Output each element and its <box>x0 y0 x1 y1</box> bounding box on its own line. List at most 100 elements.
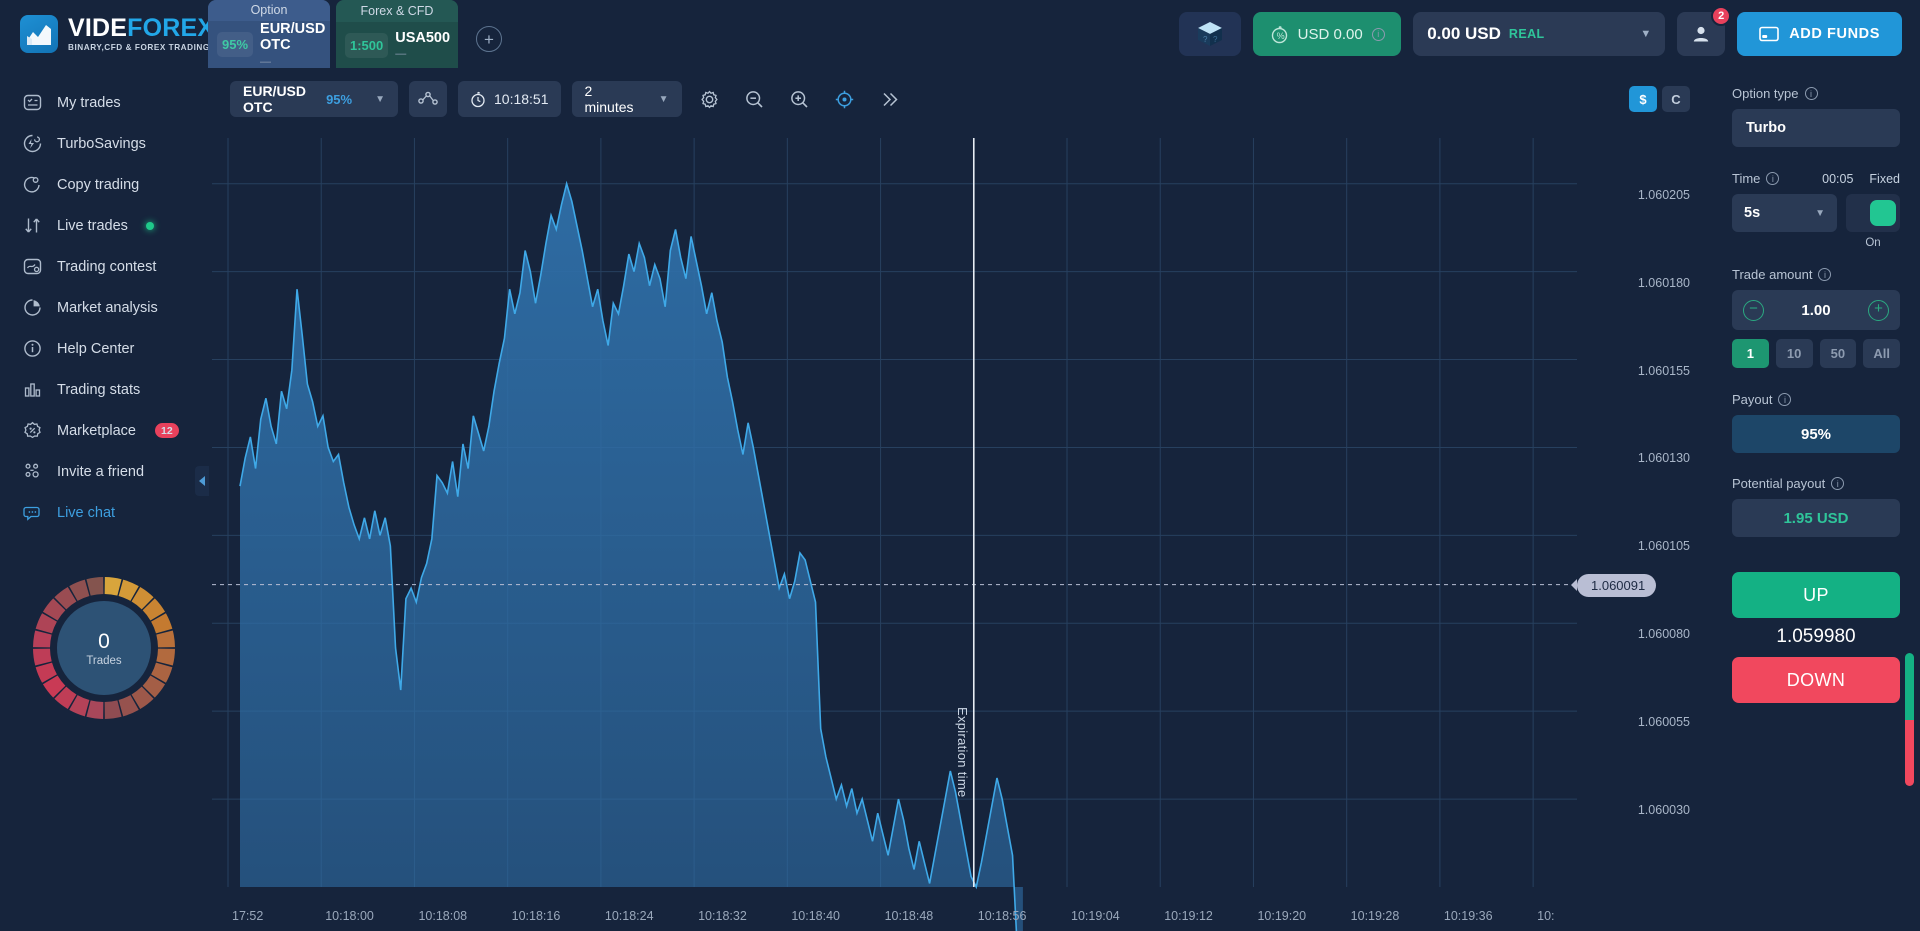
logo-word-2: FOREX <box>127 13 215 42</box>
quick-amount-1[interactable]: 1 <box>1732 339 1769 368</box>
account-selector[interactable]: 0.00 USD REAL ▼ <box>1413 12 1666 56</box>
chevron-down-icon: ▼ <box>658 93 669 105</box>
sentiment-up-portion <box>1905 653 1914 720</box>
payout-label: Payout <box>1732 392 1773 407</box>
asset-tab-option[interactable]: Option 95% EUR/USD OTC — <box>208 0 330 68</box>
logo-tagline: BINARY,CFD & FOREX TRADING <box>68 42 210 52</box>
chevron-down-icon: ▼ <box>1815 207 1825 219</box>
add-asset-button[interactable]: + <box>476 26 502 52</box>
topbar-actions: ? ? % USD 0.00 i 0.00 USD REAL ▼ 2 ADD F… <box>1179 0 1920 68</box>
logo-mark-icon <box>20 15 58 53</box>
donut-segments-icon <box>33 577 175 719</box>
cube-icon: ? ? <box>1198 22 1223 46</box>
sidebar-item-label: Marketplace <box>57 422 136 439</box>
zoom-in-button[interactable] <box>783 82 817 116</box>
time-info-icon[interactable]: i <box>1766 172 1780 185</box>
down-button[interactable]: DOWN <box>1732 657 1900 703</box>
chart-toolbar: EUR/USD OTC 95% ▼ 10:18:51 2 minutes ▼ $… <box>208 68 1712 130</box>
chevron-down-icon: ▼ <box>375 93 385 105</box>
add-funds-button[interactable]: ADD FUNDS <box>1737 12 1902 56</box>
sidebar-collapse-button[interactable] <box>195 466 209 496</box>
bonus-balance-amount: USD 0.00 <box>1297 25 1363 43</box>
donut-segment <box>104 700 122 719</box>
x-axis-tick: 10:19:04 <box>1071 909 1120 923</box>
expiration-time-label: Expiration time <box>954 707 970 798</box>
pie-icon <box>22 297 43 318</box>
chart-settings-button[interactable] <box>693 82 727 116</box>
asset-tab-list: Option 95% EUR/USD OTC — Forex & CFD 1:5… <box>208 0 502 68</box>
expand-toolbar-button[interactable] <box>873 82 907 116</box>
gift-box-button[interactable]: ? ? <box>1179 12 1242 56</box>
bonus-timer-icon: % <box>1271 25 1287 43</box>
bonus-info-icon[interactable]: i <box>1371 27 1385 41</box>
timeframe-selector[interactable]: 2 minutes ▼ <box>571 81 682 117</box>
sidebar-item-trading-contest[interactable]: Trading contest <box>0 246 208 287</box>
live-price-display: 1.059980 <box>1776 626 1856 647</box>
sidebar-item-trading-stats[interactable]: Trading stats <box>0 369 208 410</box>
list-icon <box>22 92 43 113</box>
trade-amount-stepper[interactable]: − 1.00 + <box>1732 290 1900 330</box>
timer-icon <box>471 91 485 107</box>
bonus-balance-button[interactable]: % USD 0.00 i <box>1253 12 1402 56</box>
user-icon <box>1694 26 1709 42</box>
info-icon <box>22 338 43 359</box>
amount-decrease-button[interactable]: − <box>1743 299 1764 321</box>
quick-amount-10[interactable]: 10 <box>1775 339 1813 368</box>
potential-payout-info-icon[interactable]: i <box>1831 477 1845 490</box>
line-chart-icon <box>418 91 438 105</box>
fixed-toggle-state: On <box>1865 237 1881 249</box>
sidebar-item-live-chat[interactable]: Live chat <box>0 492 208 533</box>
option-type-info-icon[interactable]: i <box>1804 87 1818 100</box>
sidebar-item-marketplace[interactable]: Marketplace 12 <box>0 410 208 451</box>
chevrons-right-icon <box>883 92 898 106</box>
zoom-out-button[interactable] <box>738 82 772 116</box>
x-axis-tick: 10:19:12 <box>1164 909 1213 923</box>
y-axis-tick: 1.060155 <box>1637 363 1690 378</box>
trade-amount-label-row: Trade amount i <box>1732 267 1900 282</box>
sidebar-item-help-center[interactable]: Help Center <box>0 328 208 369</box>
fixed-time-toggle[interactable]: On <box>1846 194 1900 249</box>
crosshair-button[interactable] <box>828 82 862 116</box>
zoom-out-icon <box>746 90 763 108</box>
asset-tab-forex-cfd[interactable]: Forex & CFD 1:500 USA500 — <box>336 0 458 68</box>
chart-type-button[interactable] <box>409 81 447 117</box>
sidebar-item-live-trades[interactable]: Live trades <box>0 205 208 246</box>
copy-icon <box>22 174 43 195</box>
currency-button-dollar[interactable]: $ <box>1629 86 1657 112</box>
payout-value: 95% <box>1732 415 1900 453</box>
asset-tab-sub: — <box>395 48 407 61</box>
marketplace-count-badge: 12 <box>154 423 179 438</box>
option-type-field[interactable]: Turbo <box>1732 109 1900 147</box>
sidebar-item-invite-a-friend[interactable]: Invite a friend <box>0 451 208 492</box>
asset-tab-sub: — <box>260 56 272 68</box>
time-label-row: Time i 00:05 Fixed <box>1732 171 1900 186</box>
crosshair-icon <box>835 90 854 108</box>
svg-text:?: ? <box>1213 35 1218 44</box>
quick-amount-all[interactable]: All <box>1863 339 1900 368</box>
brand-logo[interactable]: VIDEFOREX BINARY,CFD & FOREX TRADING <box>0 0 214 68</box>
clock-display[interactable]: 10:18:51 <box>458 81 561 117</box>
sidebar-item-copy-trading[interactable]: Copy trading <box>0 164 208 205</box>
trade-amount-info-icon[interactable]: i <box>1818 268 1832 281</box>
price-chart[interactable]: 1.060205 1.060180 1.060155 1.060130 1.060105… <box>208 130 1712 931</box>
currency-button-c[interactable]: C <box>1662 86 1690 112</box>
payout-info-icon[interactable]: i <box>1778 393 1792 406</box>
profile-button[interactable]: 2 <box>1677 6 1732 56</box>
chart-svg <box>212 138 1577 931</box>
amount-increase-button[interactable]: + <box>1867 299 1889 321</box>
y-axis-tick: 1.060080 <box>1637 627 1690 642</box>
account-balance: 0.00 USD <box>1427 24 1501 43</box>
y-axis-tick: 1.060180 <box>1637 275 1690 290</box>
up-button[interactable]: UP <box>1732 572 1900 618</box>
expiry-time-select[interactable]: 5s ▼ <box>1732 194 1837 232</box>
people-icon <box>22 461 43 482</box>
sidebar-item-market-analysis[interactable]: Market analysis <box>0 287 208 328</box>
symbol-selector[interactable]: EUR/USD OTC 95% ▼ <box>230 81 398 117</box>
quick-amount-50[interactable]: 50 <box>1819 339 1857 368</box>
sidebar-item-my-trades[interactable]: My trades <box>0 82 208 123</box>
trade-buttons-group: UP 1.059980 DOWN <box>1732 572 1900 703</box>
sentiment-down-portion <box>1905 719 1914 786</box>
sidebar-item-turbosavings[interactable]: TurboSavings <box>0 123 208 164</box>
x-axis-tick: 10:18:16 <box>511 909 561 923</box>
